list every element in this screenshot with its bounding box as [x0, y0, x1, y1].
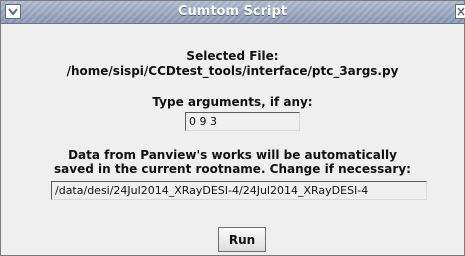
arguments-input[interactable] [185, 112, 300, 131]
rootname-info-line1: Data from Panview's works will be automa… [68, 148, 397, 162]
rootname-input[interactable] [51, 181, 427, 200]
custom-script-dialog: Cumtom Script Selected File: /home/sispi… [0, 0, 465, 256]
selected-file-label: Selected File: [186, 49, 279, 63]
title-bar[interactable]: Cumtom Script [1, 1, 465, 24]
rootname-info-line2: saved in the current rootname. Change if… [54, 162, 411, 176]
selected-file-path: /home/sispi/CCDtest_tools/interface/ptc_… [66, 64, 399, 78]
close-icon [457, 7, 465, 16]
arguments-label: Type arguments, if any: [152, 95, 313, 109]
window-title: Cumtom Script [177, 4, 287, 19]
close-button[interactable] [455, 4, 465, 19]
run-button[interactable]: Run [218, 227, 266, 252]
